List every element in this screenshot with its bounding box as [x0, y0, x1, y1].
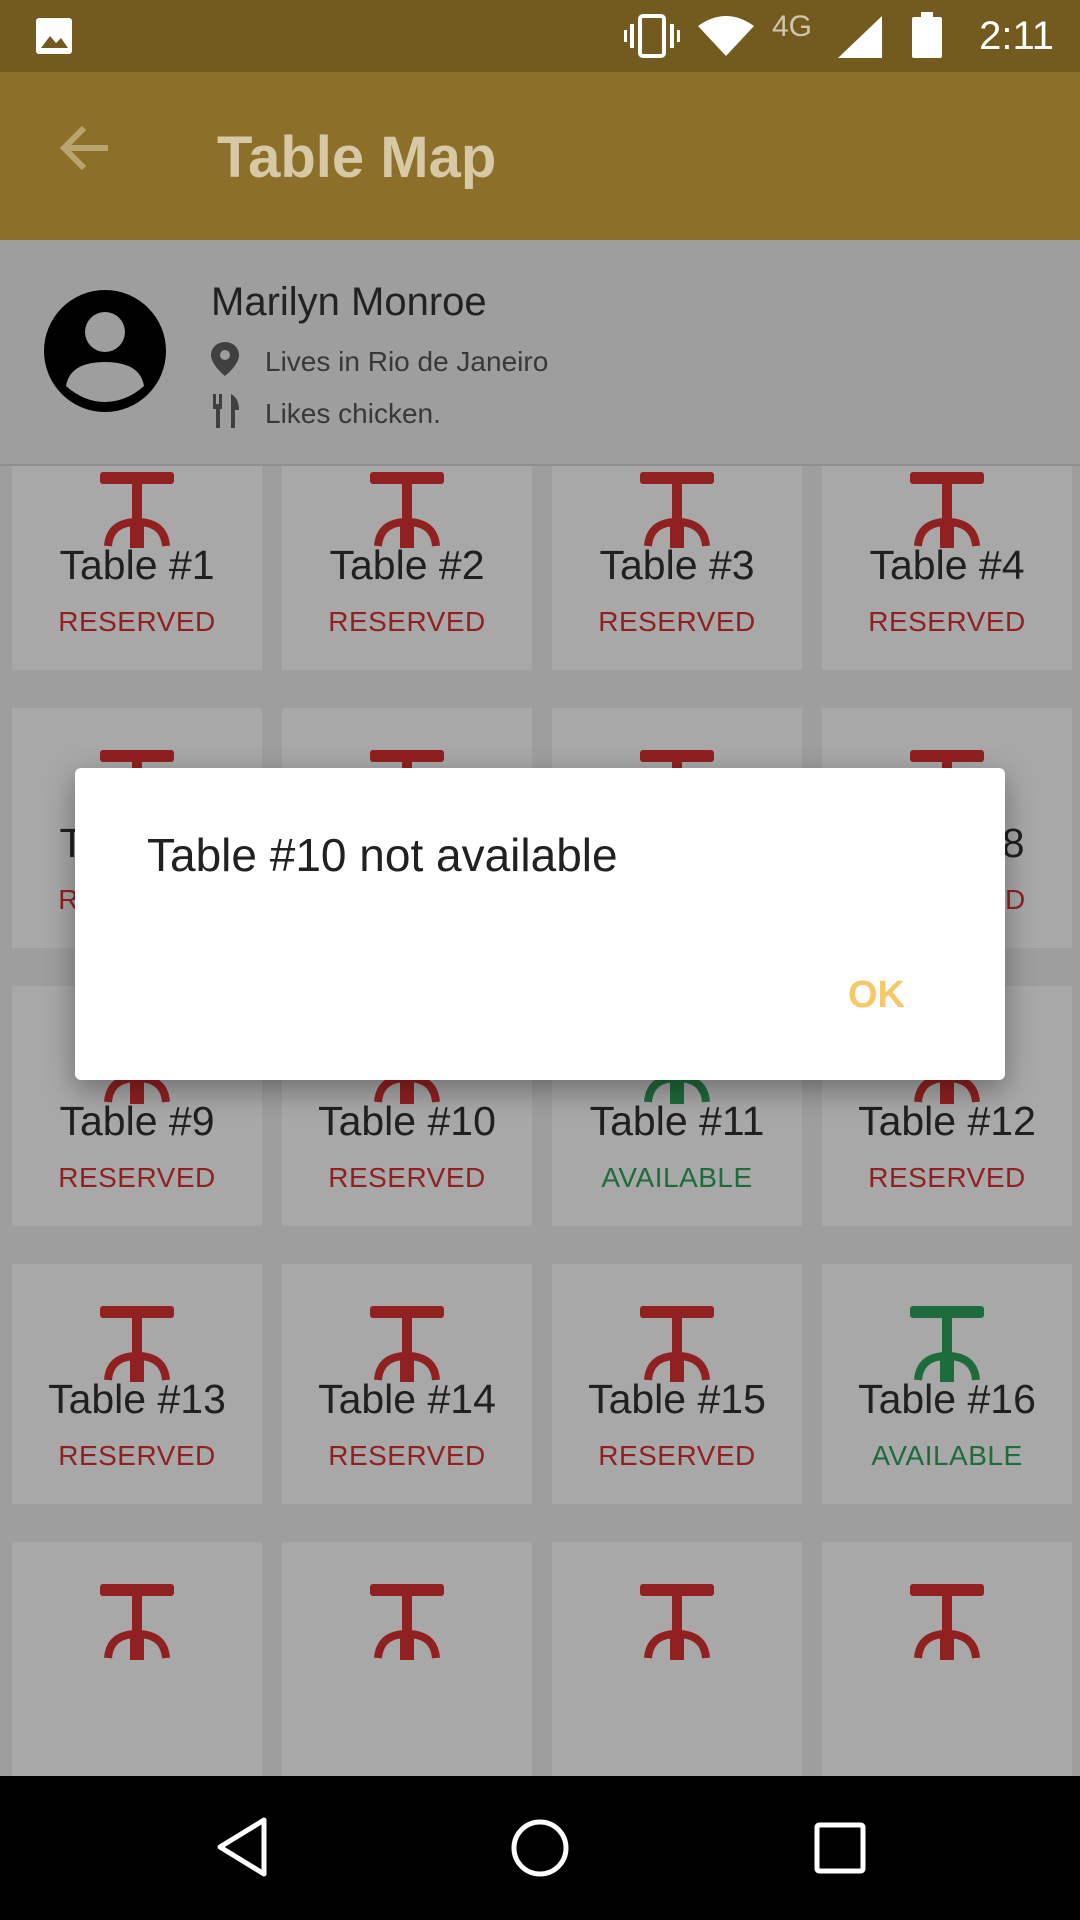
- back-triangle-icon[interactable]: [214, 1816, 270, 1878]
- alert-dialog: Table #10 not available OK: [75, 768, 1005, 1080]
- dialog-message: Table #10 not available: [147, 829, 618, 881]
- recents-square-icon[interactable]: [814, 1822, 866, 1874]
- ok-button[interactable]: OK: [848, 974, 905, 1017]
- home-circle-icon[interactable]: [510, 1818, 570, 1878]
- navigation-bar: [0, 1776, 1080, 1920]
